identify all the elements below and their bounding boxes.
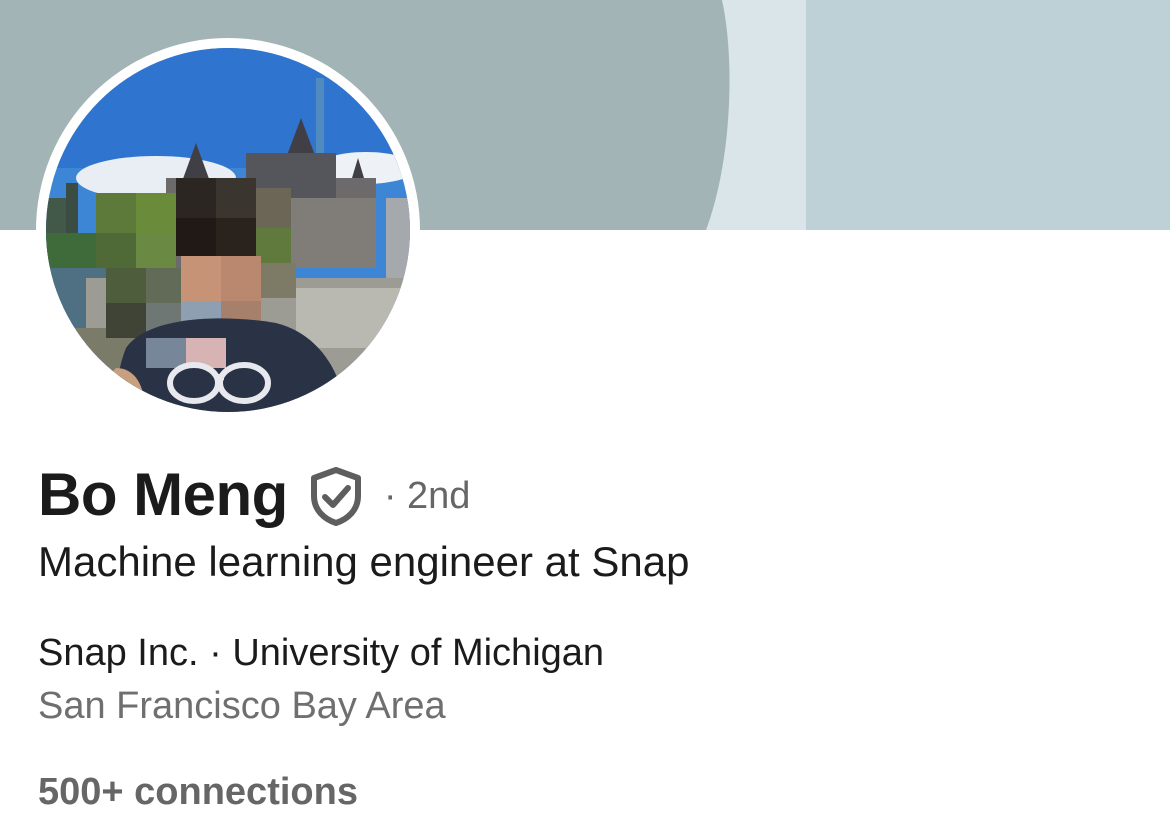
profile-location: San Francisco Bay Area	[38, 685, 446, 727]
current-company-link[interactable]: Snap Inc.	[38, 632, 199, 674]
shield-check-icon[interactable]	[308, 466, 364, 526]
connection-degree: · 2nd	[383, 474, 471, 517]
name-row: Bo Meng · 2nd	[38, 458, 470, 530]
profile-headline: Machine learning engineer at Snap	[38, 538, 690, 585]
profile-name: Bo Meng	[38, 460, 288, 528]
profile-avatar[interactable]	[36, 38, 420, 422]
separator-dot: ·	[209, 632, 222, 674]
profile-page: Bo Meng · 2nd Machine learning engineer …	[0, 0, 1170, 828]
school-link[interactable]: University of Michigan	[232, 632, 604, 674]
avatar-photo	[46, 48, 410, 412]
company-school-row: Snap Inc. · University of Michigan	[38, 632, 604, 675]
connections-count-link[interactable]: 500+ connections	[38, 771, 358, 814]
